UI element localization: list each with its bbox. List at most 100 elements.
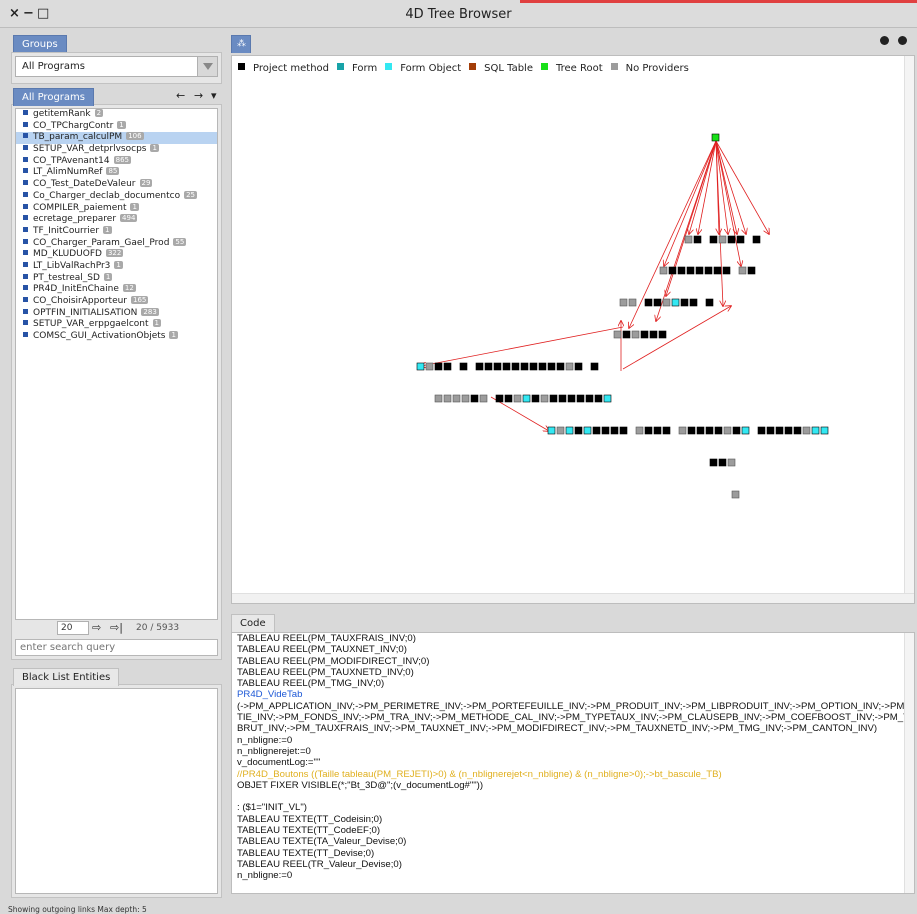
zoom-in-icon[interactable] bbox=[898, 36, 907, 45]
dependency-graph[interactable] bbox=[232, 56, 915, 604]
graph-node[interactable] bbox=[727, 458, 736, 467]
graph-node[interactable] bbox=[583, 426, 592, 435]
list-item[interactable]: getitemRank 2 bbox=[16, 109, 217, 121]
graph-node[interactable] bbox=[540, 394, 549, 403]
list-item[interactable]: CO_TPAvenant14 865 bbox=[16, 155, 217, 168]
next-page-icon[interactable]: ⇨ bbox=[92, 621, 101, 634]
graph-node[interactable] bbox=[529, 362, 538, 371]
graph-node[interactable] bbox=[484, 362, 493, 371]
graph-node[interactable] bbox=[470, 394, 479, 403]
graph-node[interactable] bbox=[601, 426, 610, 435]
graph-node[interactable] bbox=[793, 426, 802, 435]
graph-node[interactable] bbox=[622, 330, 631, 339]
list-item[interactable]: COMPILER_paiement 1 bbox=[16, 202, 217, 215]
zoom-out-icon[interactable] bbox=[880, 36, 889, 45]
graph-node[interactable] bbox=[811, 426, 820, 435]
list-item[interactable]: CO_TPChargContr 1 bbox=[16, 120, 217, 133]
list-item[interactable]: SETUP_VAR_detprlvsocps 1 bbox=[16, 144, 217, 156]
graph-node[interactable] bbox=[752, 235, 761, 244]
page-size-input[interactable]: 20 bbox=[57, 621, 89, 635]
list-item[interactable]: ecretage_preparer 494 bbox=[16, 214, 217, 226]
list-item[interactable]: CO_Charger_Param_Gael_Prod 55 bbox=[16, 237, 217, 250]
graph-node[interactable] bbox=[668, 266, 677, 275]
graph-node[interactable] bbox=[479, 394, 488, 403]
graph-node[interactable] bbox=[434, 362, 443, 371]
graph-node[interactable] bbox=[547, 362, 556, 371]
graph-node[interactable] bbox=[722, 266, 731, 275]
graph-node[interactable] bbox=[658, 330, 667, 339]
graph-node[interactable] bbox=[696, 426, 705, 435]
graph-node[interactable] bbox=[576, 394, 585, 403]
graph-node[interactable] bbox=[502, 362, 511, 371]
graph-node[interactable] bbox=[732, 426, 741, 435]
graph-node[interactable] bbox=[635, 426, 644, 435]
graph-node[interactable] bbox=[757, 426, 766, 435]
graph-node[interactable] bbox=[738, 266, 747, 275]
graph-node[interactable] bbox=[684, 235, 693, 244]
graph-node[interactable] bbox=[644, 298, 653, 307]
graph-node[interactable] bbox=[686, 266, 695, 275]
graph-node[interactable] bbox=[556, 426, 565, 435]
graph-node[interactable] bbox=[619, 426, 628, 435]
forward-arrow-icon[interactable]: → bbox=[194, 89, 203, 102]
back-arrow-icon[interactable]: ← bbox=[176, 89, 185, 102]
list-item[interactable]: CO_Test_DateDeValeur 29 bbox=[16, 179, 217, 191]
tab-all-programs[interactable]: All Programs bbox=[13, 88, 94, 106]
graph-node[interactable] bbox=[628, 298, 637, 307]
graph-node[interactable] bbox=[727, 235, 736, 244]
graph-node[interactable] bbox=[522, 394, 531, 403]
list-item[interactable]: LT_LibValRachPr3 1 bbox=[16, 260, 217, 273]
graph-node[interactable] bbox=[556, 362, 565, 371]
tree-root-node[interactable] bbox=[711, 133, 720, 142]
graph-node[interactable] bbox=[718, 458, 727, 467]
graph-node[interactable] bbox=[709, 235, 718, 244]
graph-node[interactable] bbox=[590, 362, 599, 371]
graph-node[interactable] bbox=[592, 426, 601, 435]
graph-node[interactable] bbox=[713, 266, 722, 275]
graph-node[interactable] bbox=[513, 394, 522, 403]
graph-node[interactable] bbox=[766, 426, 775, 435]
graph-node[interactable] bbox=[736, 235, 745, 244]
list-item[interactable]: MD_KLUDUOFD 322 bbox=[16, 249, 217, 261]
graph-node[interactable] bbox=[747, 266, 756, 275]
graph-node[interactable] bbox=[714, 426, 723, 435]
graph-node[interactable] bbox=[741, 426, 750, 435]
search-input[interactable] bbox=[15, 639, 218, 656]
groups-dropdown[interactable]: All Programs bbox=[15, 56, 218, 77]
graph-node[interactable] bbox=[709, 458, 718, 467]
list-item[interactable]: TF_InitCourrier 1 bbox=[16, 225, 217, 238]
list-item[interactable]: CO_ChoisirApporteur 165 bbox=[16, 296, 217, 308]
graph-node[interactable] bbox=[784, 426, 793, 435]
graph-node[interactable] bbox=[459, 362, 468, 371]
graph-node[interactable] bbox=[704, 266, 713, 275]
tab-code[interactable]: Code bbox=[231, 614, 275, 632]
graph-node[interactable] bbox=[718, 235, 727, 244]
graph-node[interactable] bbox=[443, 394, 452, 403]
graph-node[interactable] bbox=[425, 362, 434, 371]
graph-node[interactable] bbox=[475, 362, 484, 371]
graph-node[interactable] bbox=[547, 426, 556, 435]
graph-node[interactable] bbox=[610, 426, 619, 435]
graph-node[interactable] bbox=[678, 426, 687, 435]
list-item[interactable]: LT_AlimNumRef 85 bbox=[16, 167, 217, 179]
graph-node[interactable] bbox=[567, 394, 576, 403]
graph-node[interactable] bbox=[603, 394, 612, 403]
graph-node[interactable] bbox=[594, 394, 603, 403]
tab-groups[interactable]: Groups bbox=[13, 35, 67, 53]
graph-node[interactable] bbox=[731, 490, 740, 499]
graph-node[interactable] bbox=[693, 235, 702, 244]
graph-node[interactable] bbox=[689, 298, 698, 307]
graph-node[interactable] bbox=[677, 266, 686, 275]
graph-node[interactable] bbox=[802, 426, 811, 435]
graph-node[interactable] bbox=[416, 362, 425, 371]
graph-node[interactable] bbox=[434, 394, 443, 403]
list-item[interactable]: SETUP_VAR_erppgaelcont 1 bbox=[16, 319, 217, 331]
list-item[interactable]: PT_testreal_SD 1 bbox=[16, 272, 217, 285]
graph-node[interactable] bbox=[705, 298, 714, 307]
graph-node[interactable] bbox=[538, 362, 547, 371]
list-item[interactable]: COMSC_GUI_ActivationObjets 1 bbox=[16, 331, 217, 343]
graph-node[interactable] bbox=[558, 394, 567, 403]
graph-vertical-scrollbar[interactable] bbox=[904, 56, 914, 603]
graph-node[interactable] bbox=[452, 394, 461, 403]
graph-node[interactable] bbox=[644, 426, 653, 435]
